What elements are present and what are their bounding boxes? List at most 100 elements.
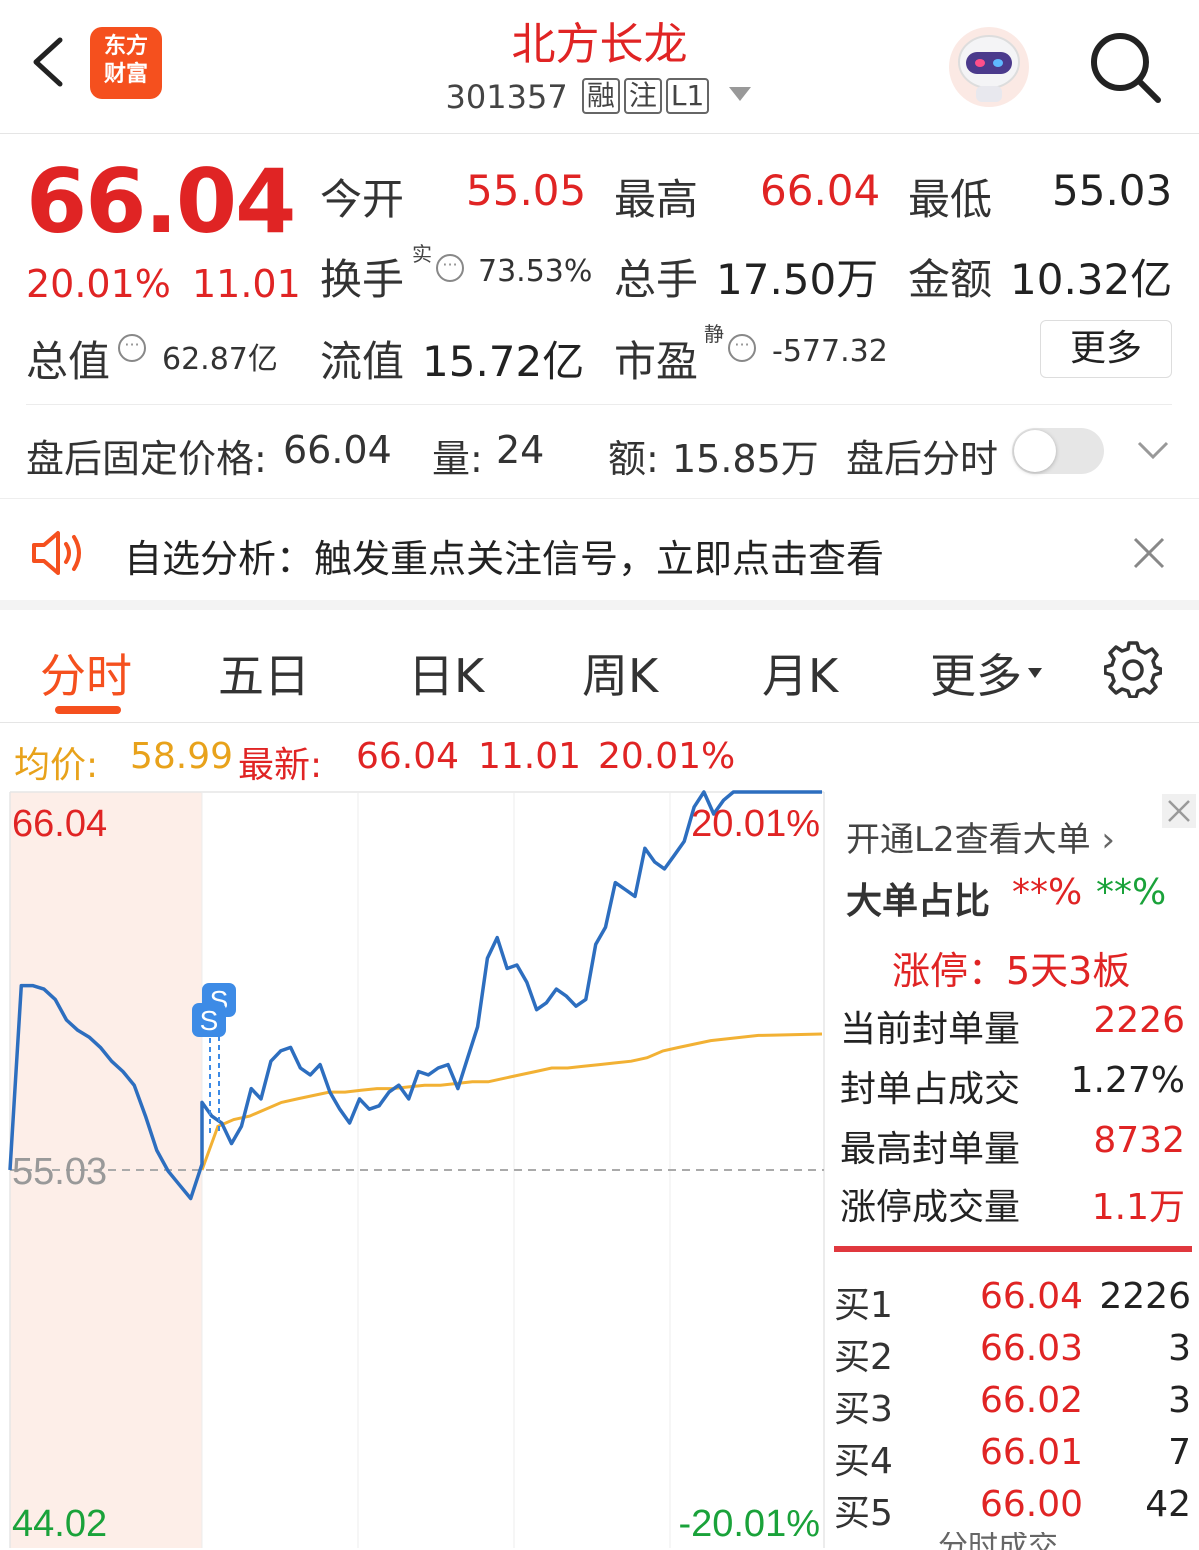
dropdown-triangle-icon xyxy=(1028,668,1042,678)
limit-volume-value: 1.1万 xyxy=(1091,1187,1185,1228)
change-amount: 11.01 xyxy=(192,262,301,306)
orderbook-divider xyxy=(834,1246,1192,1252)
low-label: 最低 xyxy=(908,175,993,224)
latest-label: 最新: xyxy=(238,745,323,786)
open-value: 55.05 xyxy=(466,166,587,215)
after-hours-vol: 24 xyxy=(496,428,545,472)
trade-details-link[interactable]: 分时成交 xyxy=(938,1532,1058,1550)
high-label: 最高 xyxy=(614,175,699,224)
float-label: 流值 xyxy=(320,337,405,386)
tab-intraday[interactable]: 分时 xyxy=(40,640,132,706)
intraday-chart[interactable]: 66.04 55.03 44.02 20.01% -20.01% S S xyxy=(0,790,826,1550)
turnover-sup: 实 xyxy=(412,242,432,266)
more-button[interactable]: 更多 xyxy=(1040,320,1172,378)
volume-label: 总手 xyxy=(614,255,699,304)
bid4-vol: 7 xyxy=(1168,1432,1191,1473)
after-hours-toggle[interactable] xyxy=(1012,428,1104,474)
top-bar: 东方 财富 北方长龙 301357 融注 L1 xyxy=(0,0,1199,134)
latest-change: 11.01 xyxy=(478,736,582,777)
tag-margin: 融 xyxy=(581,78,620,114)
seal-current-label: 当前封单量 xyxy=(840,1009,1021,1050)
amount-label: 金额 xyxy=(908,255,993,304)
bid4-price: 66.01 xyxy=(980,1432,1084,1473)
turnover-value: 73.53% xyxy=(478,254,593,289)
bid1-vol: 2226 xyxy=(1099,1276,1191,1317)
avg-price: 58.99 xyxy=(130,736,234,777)
low-value: 55.03 xyxy=(1052,166,1173,215)
tab-daily-k[interactable]: 日K xyxy=(408,640,484,706)
tag-registered: 注 xyxy=(623,78,662,114)
tab-five-day[interactable]: 五日 xyxy=(218,640,310,706)
tab-weekly-k[interactable]: 周K xyxy=(582,640,658,706)
search-icon[interactable] xyxy=(1086,28,1164,106)
close-icon[interactable] xyxy=(1132,536,1166,570)
signal-marker-text-2: S xyxy=(200,1005,219,1036)
after-hours-price-label: 盘后固定价格: xyxy=(26,437,267,481)
close-icon[interactable] xyxy=(1162,794,1196,828)
bid3-price: 66.02 xyxy=(980,1380,1084,1421)
active-tab-indicator xyxy=(55,706,121,714)
chevron-down-icon[interactable] xyxy=(1136,438,1170,462)
bid5-label: 买5 xyxy=(834,1493,893,1534)
mktcap-info-icon[interactable]: ··· xyxy=(118,334,146,362)
amount-value: 10.32亿 xyxy=(1010,255,1173,304)
bid1-price: 66.04 xyxy=(980,1276,1084,1317)
bid4-label: 买4 xyxy=(834,1441,893,1482)
seal-max-value: 8732 xyxy=(1093,1120,1185,1161)
big-order-buy: **% xyxy=(1012,872,1083,913)
volume-value: 17.50万 xyxy=(716,255,879,304)
tabs-divider xyxy=(0,722,1199,723)
seal-current-value: 2226 xyxy=(1093,1000,1185,1041)
toggle-knob xyxy=(1014,430,1056,472)
after-hours-toggle-label: 盘后分时 xyxy=(846,437,999,481)
mktcap-value: 62.87亿 xyxy=(162,342,278,377)
pe-sup: 静 xyxy=(704,322,724,346)
stock-code: 301357 xyxy=(445,78,568,116)
tab-more-label: 更多 xyxy=(930,649,1022,703)
bid2-price: 66.03 xyxy=(980,1328,1084,1369)
current-price: 66.04 xyxy=(26,150,296,253)
bid1-label: 买1 xyxy=(834,1285,893,1326)
open-label: 今开 xyxy=(320,175,405,224)
l2-upgrade-link[interactable]: 开通L2查看大单 › xyxy=(846,812,1115,861)
pe-value: -577.32 xyxy=(772,334,888,369)
seal-max-label: 最高封单量 xyxy=(840,1129,1021,1170)
right-panel: 开通L2查看大单 › 大单占比 **% **% 涨停：5天3板 当前封单量 22… xyxy=(828,790,1199,1550)
y-axis-bottom-label: 44.02 xyxy=(12,1503,107,1545)
gear-icon[interactable] xyxy=(1104,640,1162,698)
seal-ratio-value: 1.27% xyxy=(1070,1060,1185,1101)
l2-upgrade-text: 开通L2查看大单 xyxy=(846,820,1091,860)
robot-assistant-icon[interactable] xyxy=(946,24,1032,110)
after-hours-vol-label: 量: xyxy=(432,437,483,481)
pe-label: 市盈 xyxy=(614,337,699,386)
notice-text[interactable]: 自选分析：触发重点关注信号，立即点击查看 xyxy=(124,528,884,583)
after-hours-price: 66.04 xyxy=(283,428,392,472)
float-value: 15.72亿 xyxy=(422,337,585,386)
avg-price-label: 均价: xyxy=(14,745,99,786)
big-order-sell: **% xyxy=(1096,872,1167,913)
bid3-vol: 3 xyxy=(1168,1380,1191,1421)
after-hours-amt: 15.85万 xyxy=(672,437,819,481)
mktcap-label: 总值 xyxy=(26,337,111,386)
after-hours-amt-label: 额: xyxy=(608,437,659,481)
tab-monthly-k[interactable]: 月K xyxy=(762,640,838,706)
bid2-vol: 3 xyxy=(1168,1328,1191,1369)
chevron-right-icon: › xyxy=(1101,820,1115,860)
divider xyxy=(26,404,1172,405)
y-axis-mid-label: 55.03 xyxy=(12,1151,107,1193)
tab-more[interactable]: 更多 xyxy=(930,640,1044,706)
limit-up-streak: 涨停：5天3板 xyxy=(892,949,1131,993)
limit-volume-label: 涨停成交量 xyxy=(840,1187,1021,1228)
latest-price: 66.04 xyxy=(356,736,460,777)
turnover-info-icon[interactable]: ··· xyxy=(436,254,464,282)
pct-axis-bottom-label: -20.01% xyxy=(678,1503,820,1545)
bid2-label: 买2 xyxy=(834,1337,893,1378)
high-value: 66.04 xyxy=(760,166,881,215)
bid5-vol: 42 xyxy=(1145,1484,1191,1525)
big-order-label: 大单占比 xyxy=(846,881,991,922)
change-percent: 20.01% xyxy=(26,262,171,306)
turnover-label: 换手 xyxy=(320,255,405,304)
bid3-label: 买3 xyxy=(834,1389,893,1430)
speaker-icon xyxy=(32,531,81,575)
pe-info-icon[interactable]: ··· xyxy=(728,334,756,362)
